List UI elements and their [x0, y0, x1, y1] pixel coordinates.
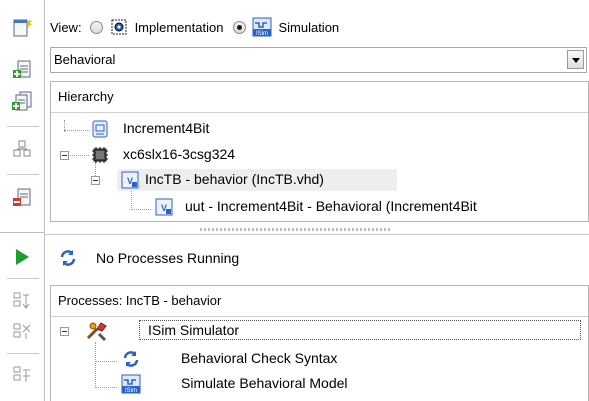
tools-icon — [86, 322, 107, 342]
rerun-all-icon[interactable] — [11, 321, 33, 343]
processes-title: Processes: IncTB - behavior — [58, 293, 222, 308]
vhdl-file-icon: V — [155, 198, 173, 216]
view-selector: View: Implementation ISim Simulation — [50, 14, 339, 40]
simulation-option-label[interactable]: Simulation — [278, 20, 339, 35]
vhdl-file-icon: V — [121, 171, 139, 189]
tree-item-label: IncTB - behavior (IncTB.vhd) — [145, 171, 324, 187]
panel-splitter[interactable] — [200, 228, 390, 231]
project-icon — [92, 120, 108, 138]
toolbar-separator — [7, 126, 39, 127]
toolbar-separator — [7, 278, 39, 279]
left-toolbar — [0, 0, 44, 401]
add-source-icon[interactable] — [11, 58, 33, 80]
run-icon[interactable] — [11, 246, 33, 268]
process-status-text: No Processes Running — [96, 250, 240, 266]
svg-text:ISim: ISim — [125, 388, 137, 394]
tree-line — [64, 130, 90, 132]
simulation-radio[interactable] — [233, 20, 247, 34]
tree-item-label: xc6slx16-3csg324 — [123, 146, 236, 162]
tree-line — [95, 342, 97, 388]
processes-header: Processes: IncTB - behavior — [51, 286, 588, 317]
hierarchy-title: Hierarchy — [58, 89, 114, 104]
collapse-icon[interactable] — [91, 176, 100, 185]
tree-line — [95, 361, 117, 363]
add-copy-of-source-icon[interactable] — [11, 90, 33, 112]
stop-process-icon[interactable] — [11, 364, 33, 386]
view-label: View: — [50, 19, 82, 35]
toolbar-separator — [0, 232, 44, 233]
tree-item-inctb[interactable]: V IncTB - behavior (IncTB.vhd) — [91, 169, 397, 191]
process-label: ISim Simulator — [148, 322, 240, 338]
tree-line — [131, 188, 133, 210]
tree-line — [95, 387, 117, 389]
tree-line — [68, 155, 89, 157]
refresh-icon — [123, 351, 139, 367]
isim-icon: ISim — [252, 17, 272, 37]
toolbar-divider — [44, 0, 45, 401]
collapse-icon[interactable] — [60, 151, 69, 160]
hierarchy-panel: Hierarchy Increment4Bit xc6slx16-3csg324… — [50, 81, 589, 222]
tree-item-label: Increment4Bit — [123, 120, 210, 136]
view-mode-dropdown[interactable]: Behavioral — [50, 47, 587, 73]
tree-line — [131, 209, 151, 211]
processes-panel: Processes: IncTB - behavior ISim Simulat… — [50, 285, 589, 401]
chevron-down-icon[interactable] — [567, 50, 584, 69]
chip-icon — [92, 147, 108, 163]
implementation-option-label[interactable]: Implementation — [135, 20, 224, 35]
implementation-icon — [111, 19, 127, 35]
view-mode-value: Behavioral — [54, 52, 116, 67]
tree-item-label: uut - Increment4Bit - Behavioral (Increm… — [185, 198, 477, 214]
refresh-icon — [60, 250, 76, 266]
toolbar-separator — [7, 174, 39, 175]
hierarchy-header: Hierarchy — [51, 82, 588, 113]
divider — [44, 234, 589, 235]
toolbar-separator — [7, 353, 39, 354]
svg-text:ISim: ISim — [256, 31, 268, 37]
implementation-radio[interactable] — [89, 20, 103, 34]
module-view-icon[interactable] — [11, 137, 33, 159]
collapse-icon[interactable] — [60, 327, 69, 336]
new-source-icon[interactable] — [11, 17, 33, 39]
remove-source-icon[interactable] — [11, 186, 33, 208]
isim-icon: ISim — [121, 374, 141, 394]
process-label: Behavioral Check Syntax — [181, 350, 338, 366]
rerun-icon[interactable] — [11, 290, 33, 312]
process-label: Simulate Behavioral Model — [181, 375, 348, 391]
